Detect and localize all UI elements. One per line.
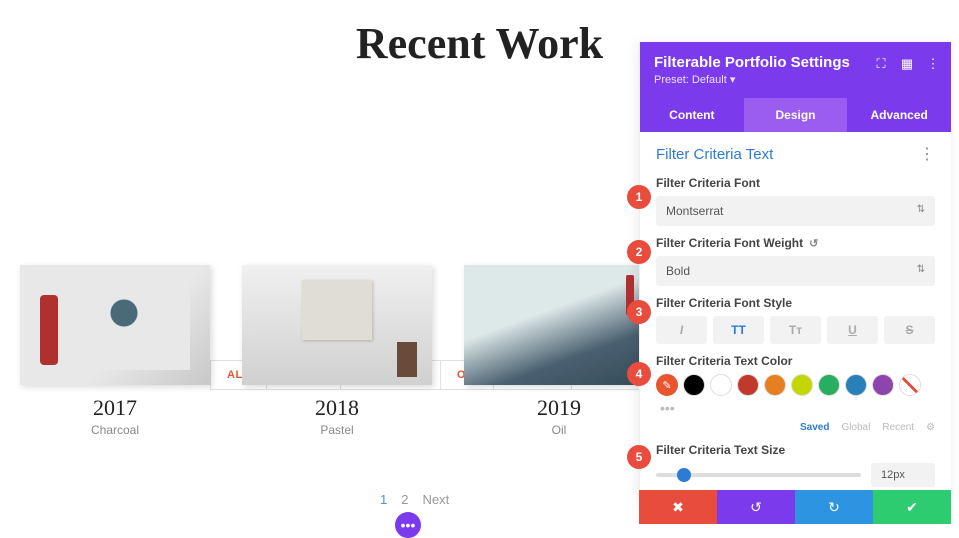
color-swatch[interactable]: [845, 374, 867, 396]
color-mode-tabs: Saved Global Recent ⚙: [656, 422, 935, 433]
card-year: 2017: [20, 395, 210, 421]
font-select[interactable]: Montserrat: [656, 196, 935, 226]
card-year: 2019: [464, 395, 654, 421]
weight-select[interactable]: Bold: [656, 256, 935, 286]
portfolio-card[interactable]: 2019 Oil: [464, 265, 654, 437]
weight-label: Filter Criteria Font Weight ↺: [656, 236, 935, 250]
size-slider[interactable]: [656, 473, 861, 477]
save-button[interactable]: ✔: [873, 490, 951, 524]
annotation-marker-1: 1: [627, 185, 651, 209]
tab-content[interactable]: Content: [640, 98, 744, 132]
gear-icon[interactable]: ⚙: [926, 422, 935, 433]
mode-saved[interactable]: Saved: [800, 422, 829, 433]
more-colors[interactable]: •••: [660, 400, 935, 416]
settings-panel: Filterable Portfolio Settings Preset: De…: [639, 42, 951, 499]
panel-header: Filterable Portfolio Settings Preset: De…: [640, 42, 951, 98]
undo-button[interactable]: ↺: [717, 490, 795, 524]
portfolio-card[interactable]: 2018 Pastel: [242, 265, 432, 437]
style-label: Filter Criteria Font Style: [656, 296, 935, 310]
pagination: 1 2 Next: [380, 492, 449, 507]
card-category: Pastel: [242, 423, 432, 437]
color-swatch[interactable]: [791, 374, 813, 396]
underline-button[interactable]: U: [827, 316, 878, 344]
reset-icon[interactable]: ↺: [809, 237, 818, 250]
page-2[interactable]: 2: [401, 492, 408, 507]
color-swatch[interactable]: [818, 374, 840, 396]
annotation-marker-3: 3: [627, 300, 651, 324]
style-buttons: I TT Tᴛ U S: [656, 316, 935, 344]
strikethrough-button[interactable]: S: [884, 316, 935, 344]
page-next[interactable]: Next: [422, 492, 449, 507]
card-year: 2018: [242, 395, 432, 421]
tab-advanced[interactable]: Advanced: [847, 98, 951, 132]
portfolio-card[interactable]: 2017 Charcoal: [20, 265, 210, 437]
redo-button[interactable]: ↻: [795, 490, 873, 524]
mode-recent[interactable]: Recent: [882, 422, 914, 433]
kebab-icon[interactable]: ⋮: [919, 144, 935, 164]
kebab-icon[interactable]: ⋮: [925, 56, 941, 72]
card-image: [20, 265, 210, 385]
italic-button[interactable]: I: [656, 316, 707, 344]
color-swatch[interactable]: [683, 374, 705, 396]
color-swatch[interactable]: [872, 374, 894, 396]
expand-icon[interactable]: ⛶: [873, 56, 889, 72]
action-bar: ✖ ↺ ↻ ✔: [639, 490, 951, 524]
mode-global[interactable]: Global: [841, 422, 870, 433]
drag-icon[interactable]: ▦: [899, 56, 915, 72]
card-category: Charcoal: [20, 423, 210, 437]
card-category: Oil: [464, 423, 654, 437]
size-label: Filter Criteria Text Size: [656, 443, 935, 457]
no-color-swatch[interactable]: [899, 374, 921, 396]
color-label: Filter Criteria Text Color: [656, 354, 935, 368]
section-title[interactable]: Filter Criteria Text ⋮: [656, 144, 935, 164]
page-1[interactable]: 1: [380, 492, 387, 507]
tab-design[interactable]: Design: [744, 98, 848, 132]
smallcaps-button[interactable]: Tᴛ: [770, 316, 821, 344]
color-swatches: ✎: [656, 374, 935, 396]
preset-selector[interactable]: Preset: Default ▾: [654, 73, 937, 86]
slider-thumb[interactable]: [677, 468, 691, 482]
card-grid: 2017 Charcoal 2018 Pastel 2019 Oil: [20, 265, 654, 437]
cancel-button[interactable]: ✖: [639, 490, 717, 524]
module-options-button[interactable]: •••: [395, 512, 421, 538]
card-image: [242, 265, 432, 385]
annotation-marker-5: 5: [627, 445, 651, 469]
card-image: [464, 265, 654, 385]
eyedropper-swatch[interactable]: ✎: [656, 374, 678, 396]
annotation-marker-4: 4: [627, 362, 651, 386]
panel-body: Filter Criteria Text ⋮ Filter Criteria F…: [640, 132, 951, 499]
font-label: Filter Criteria Font: [656, 176, 935, 190]
uppercase-button[interactable]: TT: [713, 316, 764, 344]
panel-tabs: Content Design Advanced: [640, 98, 951, 132]
size-input[interactable]: 12px: [871, 463, 935, 487]
color-swatch[interactable]: [710, 374, 732, 396]
annotation-marker-2: 2: [627, 240, 651, 264]
color-swatch[interactable]: [737, 374, 759, 396]
color-swatch[interactable]: [764, 374, 786, 396]
